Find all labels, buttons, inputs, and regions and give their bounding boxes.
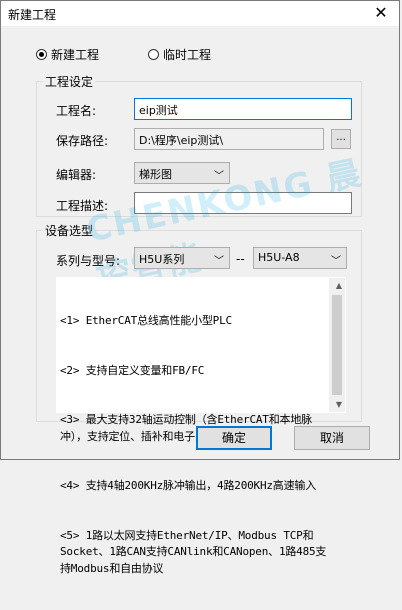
description-line: <2> 支持自定义变量和FB/FC (60, 363, 205, 377)
close-icon[interactable]: ✕ (371, 3, 391, 23)
editor-label: 编辑器: (56, 168, 97, 182)
save-path-label: 保存路径: (56, 134, 109, 148)
chevron-down-icon: ﹀ (331, 256, 341, 267)
radio-temp-label: 临时工程 (163, 48, 212, 62)
window-title: 新建工程 (8, 8, 57, 22)
series-separator: -- (236, 252, 245, 266)
description-line: <1> EtherCAT总线高性能小型PLC (60, 314, 232, 327)
radio-unselected-icon (148, 49, 159, 60)
chevron-down-icon: ﹀ (214, 256, 224, 267)
description-line: <5> 1路以太网支持EtherNet/IP、Modbus TCP和Socket… (60, 528, 327, 575)
radio-new-label: 新建工程 (51, 48, 100, 62)
description-line: <4> 支持4轴200KHz脉冲输出，4路200KHz高速输入 (60, 479, 317, 492)
device-description-text: <1> EtherCAT总线高性能小型PLC <2> 支持自定义变量和FB/FC… (60, 280, 328, 610)
project-settings-legend: 工程设定 (43, 73, 96, 90)
title-bar: 新建工程 ✕ (0, 0, 400, 26)
model-select-value: H5U-A8 (258, 251, 300, 264)
scrollbar-thumb[interactable] (332, 295, 342, 395)
series-select-value: H5U系列 (139, 253, 185, 266)
description-scrollbar[interactable]: ▲ ▼ (329, 278, 345, 412)
scroll-down-icon[interactable]: ▼ (336, 400, 342, 409)
device-description-box[interactable]: <1> EtherCAT总线高性能小型PLC <2> 支持自定义变量和FB/FC… (56, 277, 346, 575)
radio-temp-project[interactable]: 临时工程 (148, 46, 211, 63)
model-select[interactable]: H5U-A8 ﹀ (253, 247, 347, 269)
project-name-input[interactable]: eip测试 (134, 98, 352, 120)
radio-selected-icon (36, 49, 47, 60)
series-select[interactable]: H5U系列 ﹀ (134, 247, 230, 269)
save-path-input[interactable]: D:\程序\eip测试\ (134, 128, 324, 150)
project-name-label: 工程名: (56, 104, 97, 118)
ok-button[interactable]: 确定 (196, 426, 272, 450)
description-line: <3> 最大支持32轴运动控制（含EtherCAT和本地脉冲），支持定位、插补和… (60, 413, 312, 443)
scroll-up-icon[interactable]: ▲ (336, 281, 342, 290)
radio-new-project[interactable]: 新建工程 (36, 46, 99, 63)
series-model-label: 系列与型号: (56, 254, 121, 268)
cancel-button[interactable]: 取消 (294, 426, 370, 450)
editor-select-value: 梯形图 (139, 168, 172, 181)
